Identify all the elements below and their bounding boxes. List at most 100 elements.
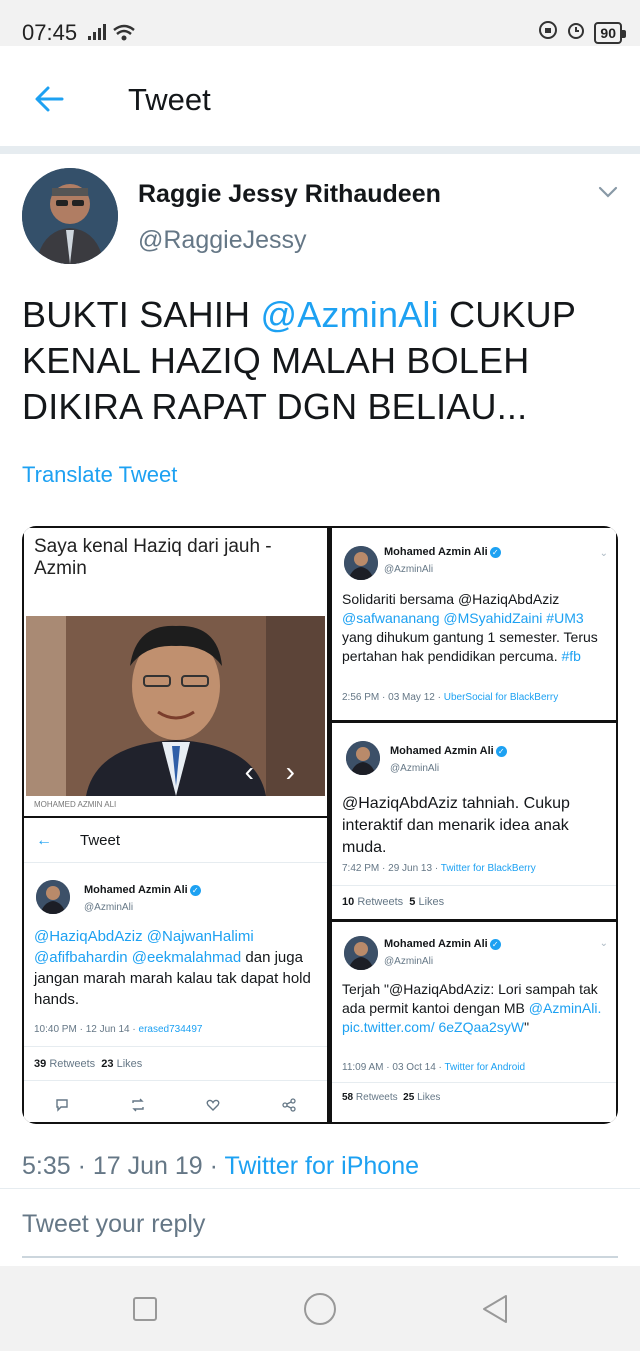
verified-badge-icon: ✓ <box>189 884 201 896</box>
author-name[interactable]: Raggie Jessy Rithaudeen <box>138 180 441 209</box>
embedded-meta-time: 2:56 PM · 03 May 12 · <box>342 692 444 703</box>
embedded-hashtag: #fb <box>561 648 581 664</box>
retweet-label: Retweets <box>357 896 404 908</box>
news-screenshot[interactable]: Saya kenal Haziq dari jauh - Azmin ‹ › M… <box>24 528 327 816</box>
embedded-tweet-meta: 10:40 PM · 12 Jun 14 · erased734497 <box>34 1024 202 1035</box>
embedded-author-name-text: Mohamed Azmin Ali <box>390 745 494 757</box>
embedded-meta-time: 10:40 PM · 12 Jun 14 · <box>34 1024 139 1035</box>
embedded-text-part: " <box>524 1019 530 1035</box>
avatar <box>344 936 378 970</box>
retweet-count: 58 <box>342 1092 354 1103</box>
tweet-timestamp: 5:35 · 17 Jun 19 · Twitter for iPhone <box>22 1152 419 1181</box>
back-button[interactable] <box>26 76 72 122</box>
embedded-tweet-screen[interactable]: ← Tweet Mohamed Azmin Ali ✓ @AzminAli @Ha… <box>24 818 327 1122</box>
embedded-tweet[interactable]: Mohamed Azmin Ali ✓ @AzminAli ⌄ Solidarit… <box>332 528 616 720</box>
embedded-author-name: Mohamed Azmin Ali ✓ <box>390 745 507 757</box>
reply-input[interactable]: Tweet your reply <box>22 1210 205 1239</box>
reply-icon <box>54 1097 70 1116</box>
battery-indicator: 90 <box>594 21 626 44</box>
signal-wifi-icon <box>88 22 138 47</box>
header-divider <box>0 148 640 154</box>
page-title: Tweet <box>128 82 211 117</box>
news-photo-caption: MOHAMED AZMIN ALI <box>34 800 117 809</box>
back-arrow-icon <box>35 86 64 112</box>
gallery-arrows[interactable]: ‹ › <box>245 756 307 788</box>
news-headline: Saya kenal Haziq dari jauh - Azmin <box>34 536 272 579</box>
like-count: 5 <box>409 896 416 908</box>
embedded-tweet[interactable]: Mohamed Azmin Ali ✓ @AzminAli @HaziqAbdAz… <box>332 723 616 919</box>
mention-link[interactable]: @AzminAli <box>260 294 438 335</box>
news-photo: ‹ › <box>26 616 325 796</box>
embedded-author-name-text: Mohamed Azmin Ali <box>384 938 488 950</box>
like-icon <box>205 1097 221 1116</box>
embedded-tweet-meta: 2:56 PM · 03 May 12 · UberSocial for Bla… <box>342 692 558 703</box>
reply-input-underline <box>22 1256 618 1258</box>
embedded-tweet[interactable]: Mohamed Azmin Ali ✓ @AzminAli ⌄ Terjah "@… <box>332 922 616 1122</box>
tweet-time: 5:35 · 17 Jun 19 · <box>22 1152 225 1180</box>
like-label: Likes <box>116 1058 143 1070</box>
translate-tweet-link[interactable]: Translate Tweet <box>22 462 177 488</box>
embedded-author-name: Mohamed Azmin Ali ✓ <box>384 938 501 950</box>
chevron-down-icon[interactable] <box>598 185 618 199</box>
author-handle[interactable]: @RaggieJessy <box>138 226 307 255</box>
embedded-meta-source: UberSocial for BlackBerry <box>443 692 559 703</box>
avatar <box>346 741 380 775</box>
embedded-tweet-text: @HaziqAbdAziz tahniah. Cukup interaktif … <box>342 795 570 856</box>
tweet-source-link[interactable]: Twitter for iPhone <box>224 1152 419 1180</box>
embedded-tweet-stats: 39 Retweets 23 Likes <box>34 1058 142 1070</box>
embedded-author-handle: @AzminAli <box>384 956 434 967</box>
embedded-meta-source: Twitter for Android <box>444 1062 526 1073</box>
retweet-count: 10 <box>342 896 355 908</box>
like-count: 23 <box>101 1058 114 1070</box>
embedded-tweet-stats: 10 Retweets 5 Likes <box>342 896 444 908</box>
retweet-count: 39 <box>34 1058 47 1070</box>
like-label: Likes <box>417 1092 441 1103</box>
embedded-action-row <box>24 1097 327 1116</box>
avatar <box>36 880 70 914</box>
embedded-tweet-text: @HaziqAbdAziz @NajwanHalimi @afifbahardi… <box>34 926 324 1010</box>
back-arrow-icon: ← <box>36 832 52 849</box>
embedded-author-handle: @AzminAli <box>390 763 440 774</box>
recents-button[interactable] <box>133 1297 157 1321</box>
divider <box>24 1046 327 1047</box>
like-count: 25 <box>403 1092 415 1103</box>
embedded-author-name: Mohamed Azmin Ali ✓ <box>384 546 501 558</box>
embedded-text-links: @HaziqAbdAziz @NajwanHalimi @afifbahardi… <box>34 928 254 966</box>
embedded-tweet-meta: 11:09 AM · 03 Oct 14 · Twitter for Andro… <box>342 1062 525 1073</box>
divider <box>24 862 327 863</box>
verified-badge-icon: ✓ <box>489 938 501 950</box>
avatar <box>344 546 378 580</box>
retweet-label: Retweets <box>355 1092 398 1103</box>
embedded-author-handle: @AzminAli <box>84 902 134 913</box>
verified-badge-icon: ✓ <box>495 745 507 757</box>
author-avatar[interactable] <box>22 168 118 264</box>
retweet-label: Retweets <box>49 1058 96 1070</box>
divider <box>332 885 616 886</box>
tweet-text-start: BUKTI SAHIH <box>22 294 261 335</box>
embedded-tweet-stats: 58 Retweets 25 Likes <box>342 1092 440 1103</box>
embedded-text-part: yang dihukum gantung 1 semester. Terus p… <box>342 629 598 664</box>
embedded-tweet-meta: 7:42 PM · 29 Jun 13 · Twitter for BlackB… <box>342 863 536 874</box>
like-label: Likes <box>418 896 445 908</box>
triangle-back-icon <box>483 1295 507 1323</box>
home-button[interactable] <box>304 1293 336 1325</box>
tweet-text: BUKTI SAHIH @AzminAli CUKUP KENAL HAZIQ … <box>22 292 622 430</box>
alarm-icon <box>566 20 586 45</box>
chevron-down-icon: ⌄ <box>599 938 608 949</box>
chevron-down-icon: ⌄ <box>599 548 608 559</box>
system-back-button[interactable] <box>480 1293 510 1325</box>
divider <box>24 1080 327 1081</box>
lock-rotation-icon <box>538 20 558 45</box>
divider <box>332 1082 616 1083</box>
status-time: 07:45 <box>22 20 78 45</box>
embedded-author-handle: @AzminAli <box>384 564 434 575</box>
share-icon <box>281 1097 297 1116</box>
verified-badge-icon: ✓ <box>489 546 501 558</box>
embedded-author-name: Mohamed Azmin Ali ✓ <box>84 884 201 896</box>
image-collage[interactable]: Saya kenal Haziq dari jauh - Azmin ‹ › M… <box>22 526 618 1124</box>
embedded-screen-title: Tweet <box>80 832 121 849</box>
retweet-icon <box>130 1097 146 1116</box>
status-bar: 07:45 90 <box>0 0 640 46</box>
embedded-author-name-text: Mohamed Azmin Ali <box>84 884 188 896</box>
embedded-tweet-text: Solidariti bersama @HaziqAbdAziz @safwan… <box>342 590 612 666</box>
